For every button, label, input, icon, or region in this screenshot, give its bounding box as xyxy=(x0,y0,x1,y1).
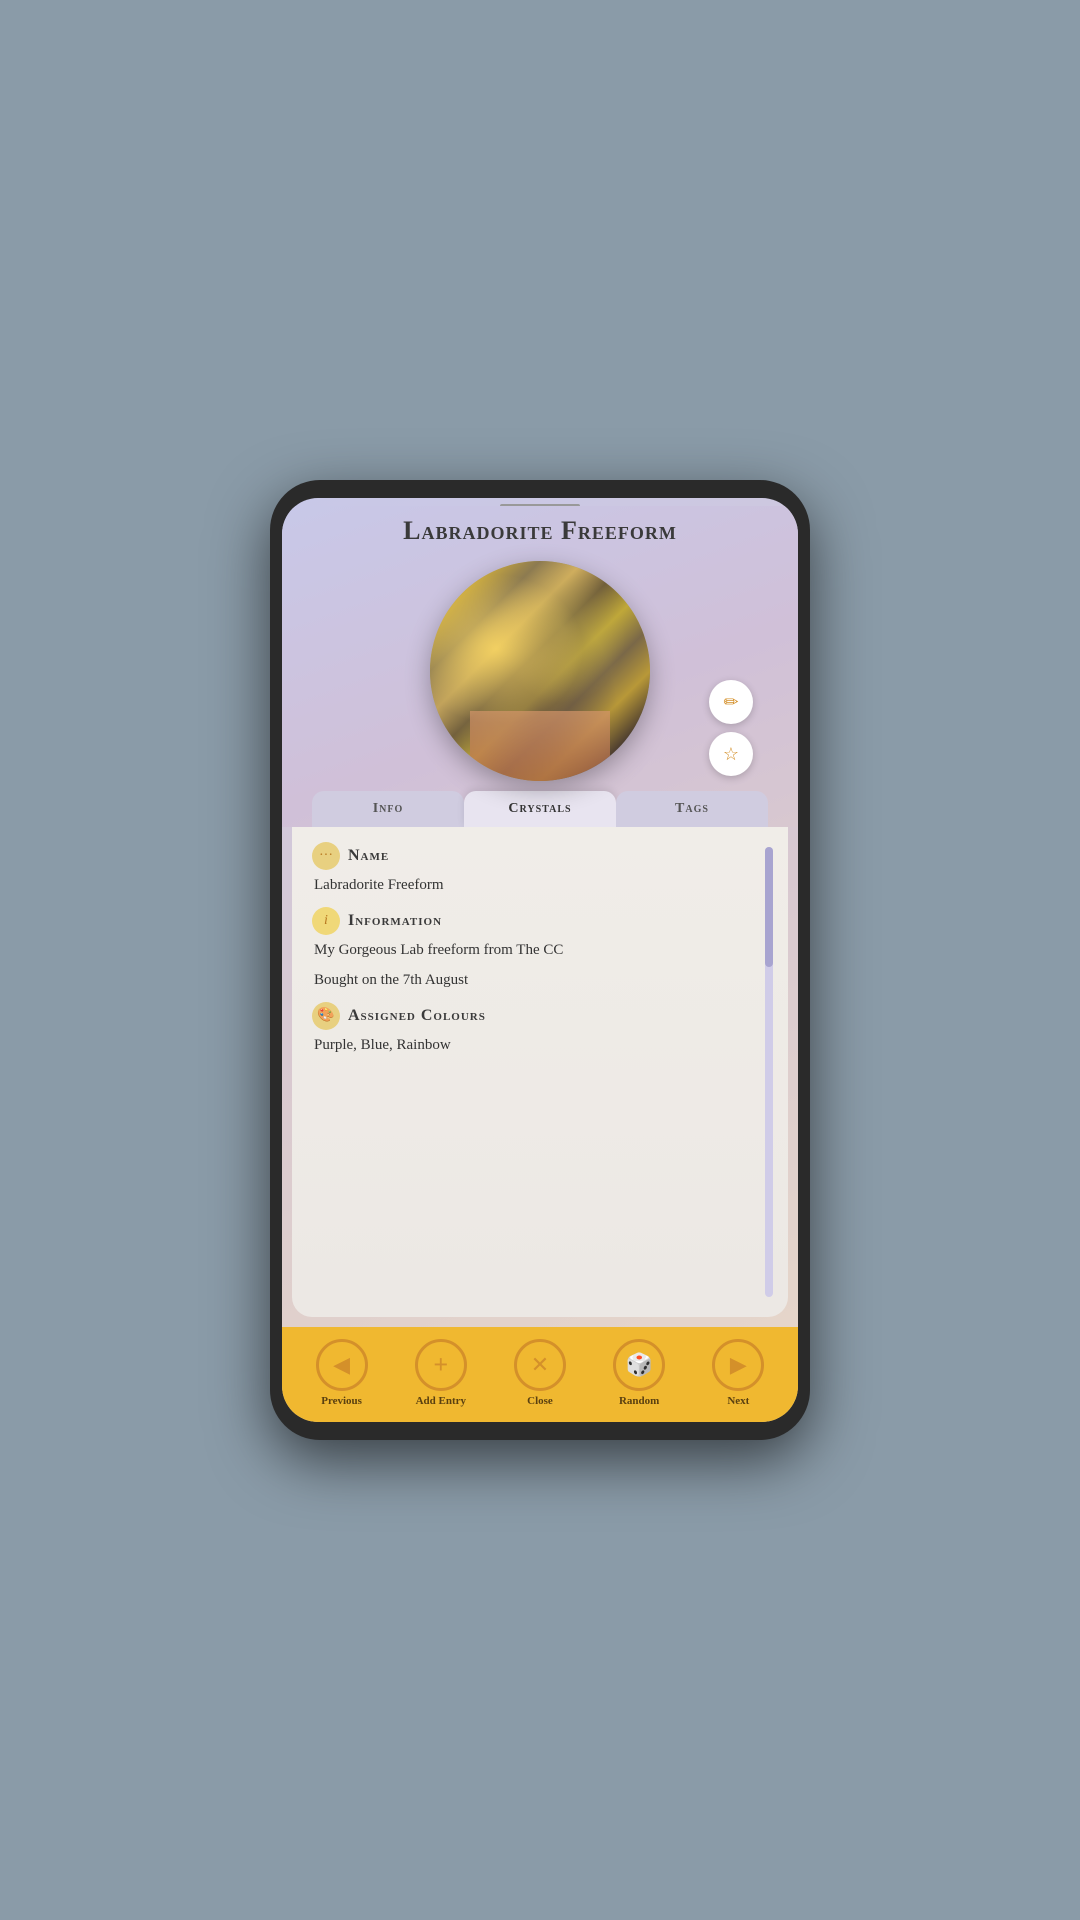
edit-button[interactable]: ✏ xyxy=(709,680,753,724)
colours-value: Purple, Blue, Rainbow xyxy=(314,1034,755,1057)
tab-crystals[interactable]: Crystals xyxy=(464,791,616,827)
content-scroll[interactable]: ··· Name Labradorite Freeform i Informat… xyxy=(312,842,765,1302)
next-circle: ▶ xyxy=(712,1339,764,1391)
close-circle: ✕ xyxy=(514,1339,566,1391)
add-icon: + xyxy=(433,1350,448,1380)
previous-icon: ◀ xyxy=(333,1352,350,1378)
add-entry-button[interactable]: + Add Entry xyxy=(415,1339,467,1407)
colours-label: Assigned Colours xyxy=(348,1007,486,1025)
favorite-button[interactable]: ☆ xyxy=(709,732,753,776)
tab-tags[interactable]: Tags xyxy=(616,791,768,827)
info-value-1: My Gorgeous Lab freeform from The CC xyxy=(314,939,755,962)
close-button[interactable]: ✕ Close xyxy=(514,1339,566,1407)
crystal-hand xyxy=(470,711,610,781)
scrollbar-track[interactable] xyxy=(765,847,773,1297)
name-label: Name xyxy=(348,847,389,865)
random-circle: 🎲 xyxy=(613,1339,665,1391)
edit-icon: ✏ xyxy=(723,692,738,713)
star-icon: ☆ xyxy=(723,744,739,765)
phone-screen: Labradorite Freeform ✏ ☆ Info xyxy=(282,498,798,1422)
colours-icon: 🎨 xyxy=(312,1002,340,1030)
next-button[interactable]: ▶ Next xyxy=(712,1339,764,1407)
next-label: Next xyxy=(727,1395,749,1407)
crystal-image xyxy=(430,561,650,781)
status-bar xyxy=(282,498,798,506)
close-label: Close xyxy=(527,1395,553,1407)
tabs-section: Info Crystals Tags xyxy=(302,791,778,827)
close-icon: ✕ xyxy=(531,1352,549,1378)
name-section-header: ··· Name xyxy=(312,842,755,870)
bottom-bar: ◀ Previous + Add Entry ✕ Close 🎲 xyxy=(282,1327,798,1422)
phone-frame: Labradorite Freeform ✏ ☆ Info xyxy=(270,480,810,1440)
add-label: Add Entry xyxy=(416,1395,466,1407)
colours-section-header: 🎨 Assigned Colours xyxy=(312,1002,755,1030)
action-buttons: ✏ ☆ xyxy=(709,680,753,776)
random-button[interactable]: 🎲 Random xyxy=(613,1339,665,1407)
previous-circle: ◀ xyxy=(316,1339,368,1391)
add-circle: + xyxy=(415,1339,467,1391)
info-label: Information xyxy=(348,912,442,930)
image-container: ✏ ☆ xyxy=(302,556,778,796)
content-area: ··· Name Labradorite Freeform i Informat… xyxy=(292,827,788,1317)
dice-icon: 🎲 xyxy=(625,1352,652,1378)
next-icon: ▶ xyxy=(730,1352,747,1378)
tab-info[interactable]: Info xyxy=(312,791,464,827)
header-section: Labradorite Freeform ✏ ☆ Info xyxy=(282,506,798,827)
previous-label: Previous xyxy=(321,1395,362,1407)
info-section-header: i Information xyxy=(312,907,755,935)
previous-button[interactable]: ◀ Previous xyxy=(316,1339,368,1407)
info-icon: i xyxy=(312,907,340,935)
page-title: Labradorite Freeform xyxy=(302,516,778,556)
name-icon: ··· xyxy=(312,842,340,870)
name-value: Labradorite Freeform xyxy=(314,874,755,897)
scrollbar-thumb xyxy=(765,847,773,967)
random-label: Random xyxy=(619,1395,659,1407)
info-value-2: Bought on the 7th August xyxy=(314,969,755,992)
